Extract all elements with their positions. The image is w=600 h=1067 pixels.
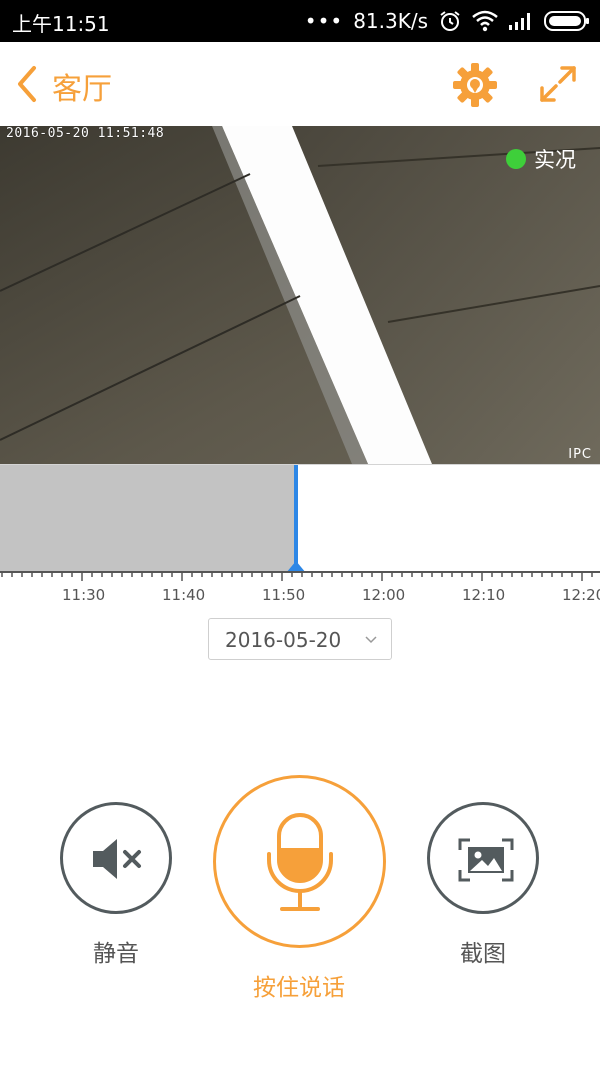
mute-label: 静音 [93,941,139,967]
recorded-segment [0,465,296,571]
snapshot-button[interactable] [427,802,539,914]
live-label: 实况 [534,148,576,172]
speaker-mute-icon [93,839,141,879]
video-feed[interactable]: 2016-05-20 11:51:48 实况 IPC [0,126,600,464]
alarm-icon [440,11,460,31]
time-ruler[interactable]: 11:30 11:40 11:50 12:00 12:10 12:20 [0,570,600,610]
gear-icon[interactable] [452,62,498,108]
network-speed: 81.3K/s [353,9,428,33]
microphone-icon [267,813,333,911]
wifi-icon [472,10,498,32]
expand-icon[interactable] [538,64,578,104]
notification-dots: ••• [304,9,344,33]
tick-label-1220: 12:20 [562,586,600,604]
battery-icon [544,11,589,31]
chevron-left-icon[interactable] [14,64,40,104]
camera-image [0,126,600,464]
video-timestamp: 2016-05-20 11:51:48 [6,126,165,141]
tick-label-1210: 12:10 [462,586,506,604]
date-value: 2016-05-20 [225,628,342,652]
status-bar: 上午11:51 ••• 81.3K/s [0,0,600,42]
playback-timeline[interactable] [0,464,600,573]
ruler-ticks [0,571,600,581]
header: 客厅 [0,42,600,126]
snapshot-label: 截图 [460,941,506,967]
push-to-talk-label: 按住说话 [253,975,345,1001]
push-to-talk-button[interactable] [213,775,386,948]
live-indicator: 实况 [506,144,576,174]
page-title: 客厅 [52,72,112,107]
status-time: 上午11:51 [12,12,110,36]
tick-label-1150: 11:50 [262,586,306,604]
tick-label-1140: 11:40 [162,586,206,604]
playhead[interactable] [294,465,298,571]
mute-button[interactable] [60,802,172,914]
signal-icon [509,13,530,30]
chevron-down-icon [365,636,377,644]
status-icons: ••• 81.3K/s [305,6,590,36]
tick-label-1130: 11:30 [62,586,106,604]
tick-label-1200: 12:00 [362,586,406,604]
image-capture-icon [458,838,514,882]
ipc-watermark: IPC [568,447,592,462]
date-selector[interactable]: 2016-05-20 [208,618,392,660]
live-dot [506,149,526,169]
